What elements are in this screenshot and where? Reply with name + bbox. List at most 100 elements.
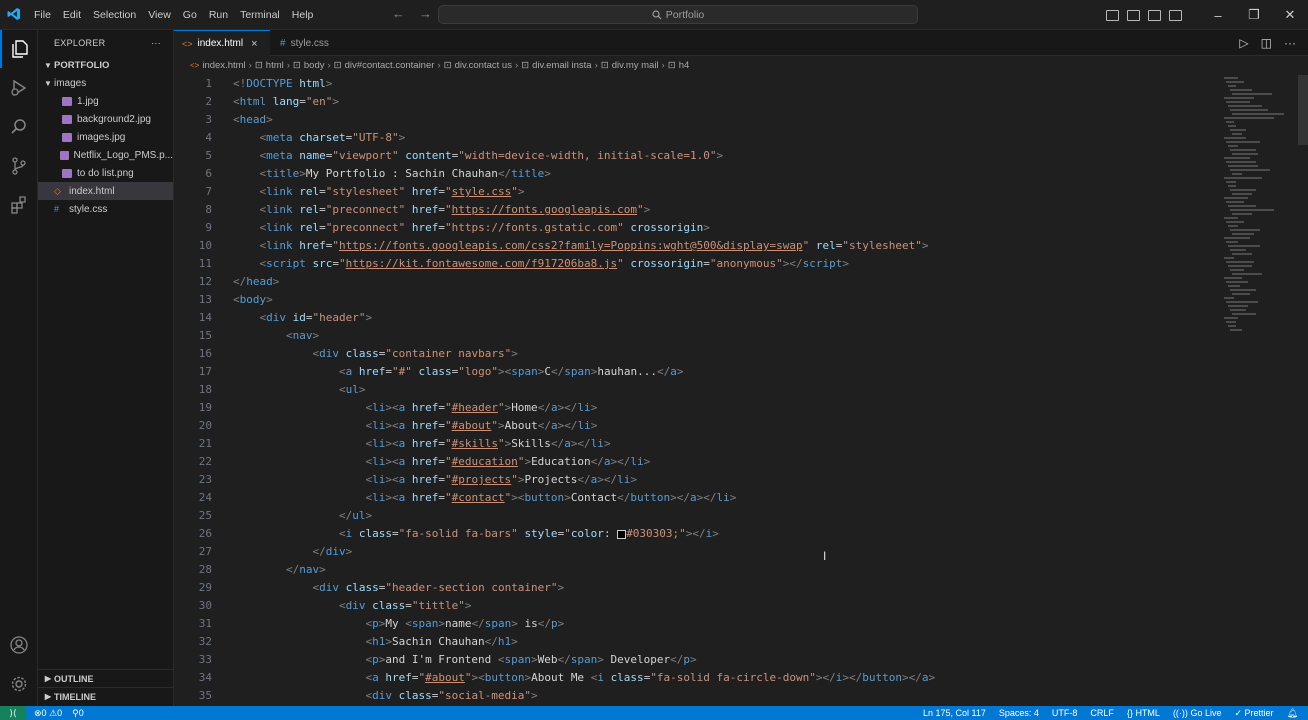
close-icon[interactable]: × xyxy=(251,38,257,50)
breadcrumb-div-contact-us[interactable]: ⊡ div.contact us xyxy=(444,60,512,71)
toggle-secondary-sidebar-icon[interactable] xyxy=(1148,9,1161,21)
vertical-scrollbar[interactable] xyxy=(1298,75,1308,706)
search-activity[interactable] xyxy=(0,108,38,146)
indentation[interactable]: Spaces: 4 xyxy=(999,708,1039,718)
menu-view[interactable]: View xyxy=(142,9,177,21)
run-icon[interactable]: ▷ xyxy=(1239,36,1248,50)
code-line: 30 <div class="tittle"> xyxy=(198,599,472,612)
minimap-line xyxy=(1224,277,1242,279)
go-live-button[interactable]: ((·)) Go Live xyxy=(1173,708,1222,718)
file-tree-label: style.css xyxy=(69,203,108,215)
code-line: 35 <div class="social-media"> xyxy=(198,689,538,702)
file-tree-label: to do list.png xyxy=(77,167,134,179)
toggle-primary-sidebar-icon[interactable] xyxy=(1106,9,1119,21)
menu-edit[interactable]: Edit xyxy=(57,9,87,21)
language-mode[interactable]: {} HTML xyxy=(1127,708,1160,718)
outline-section[interactable]: ▶ OUTLINE xyxy=(38,669,174,687)
minimap-line xyxy=(1226,141,1260,143)
code-line: 17 <a href="#" class="logo"><span>C</spa… xyxy=(198,365,684,378)
explorer-sidebar: EXPLORER ··· ▼ PORTFOLIO ▼ images 1.jpg bac… xyxy=(38,30,174,706)
minimap-line xyxy=(1226,301,1258,303)
breadcrumb-h4[interactable]: ⊡ h4 xyxy=(668,60,690,71)
minimap-line xyxy=(1232,313,1256,315)
end-of-line[interactable]: CRLF xyxy=(1090,708,1114,718)
menu-terminal[interactable]: Terminal xyxy=(234,9,286,21)
minimap-line xyxy=(1230,189,1256,191)
menu-selection[interactable]: Selection xyxy=(87,9,142,21)
command-center-search[interactable]: Portfolio xyxy=(438,5,918,24)
element-icon: ⊡ xyxy=(521,60,530,71)
prettier-status[interactable]: ✓ Prettier xyxy=(1234,708,1273,719)
code-line: 18 <ul> xyxy=(198,383,366,396)
menu-run[interactable]: Run xyxy=(203,9,234,21)
extensions-icon xyxy=(11,196,26,214)
menu-help[interactable]: Help xyxy=(286,9,320,21)
minimap-line xyxy=(1232,173,1242,175)
minimap-line xyxy=(1228,165,1258,167)
encoding[interactable]: UTF-8 xyxy=(1052,708,1078,718)
minimize-icon[interactable]: – xyxy=(1200,8,1236,23)
menu-bar: File Edit Selection View Go Run Terminal… xyxy=(28,0,319,30)
chevron-right-icon: ▶ xyxy=(44,674,52,683)
minimap-line xyxy=(1224,297,1234,299)
timeline-section[interactable]: ▶ TIMELINE xyxy=(38,687,174,705)
notifications-bell-icon[interactable]: 🔔︎ xyxy=(1287,708,1298,719)
explorer-activity[interactable] xyxy=(0,30,38,68)
remote-indicator-icon[interactable]: ⟩⟨ xyxy=(0,706,26,720)
minimap-line xyxy=(1228,245,1260,247)
back-arrow-icon[interactable]: ← xyxy=(392,6,405,21)
minimap-line xyxy=(1224,217,1238,219)
extensions-activity[interactable] xyxy=(0,186,38,224)
file-tree-item[interactable]: 1.jpg xyxy=(38,92,173,110)
minimap[interactable] xyxy=(1220,75,1300,706)
file-tree-item[interactable]: # style.css xyxy=(38,200,173,218)
file-tree-label: 1.jpg xyxy=(77,95,99,107)
breadcrumb-body[interactable]: ⊡ body xyxy=(293,60,325,71)
source-control-activity[interactable] xyxy=(0,147,38,185)
breadcrumb-file[interactable]: <> index.html xyxy=(190,60,246,71)
ports-indicator[interactable]: ⚲0 xyxy=(72,708,84,719)
toggle-panel-icon[interactable] xyxy=(1127,9,1140,21)
tab-style-css[interactable]: # style.css xyxy=(272,30,352,56)
forward-arrow-icon[interactable]: → xyxy=(419,6,432,21)
element-icon: ⊡ xyxy=(667,60,676,71)
minimap-line xyxy=(1230,269,1244,271)
file-tree-item[interactable]: images.jpg xyxy=(38,128,173,146)
split-editor-icon[interactable]: ◫ xyxy=(1261,36,1272,50)
menu-go[interactable]: Go xyxy=(177,9,203,21)
workspace-folder[interactable]: ▼ PORTFOLIO xyxy=(38,56,173,74)
minimap-line xyxy=(1226,121,1234,123)
customize-layout-icon[interactable] xyxy=(1169,9,1182,21)
manage-activity[interactable] xyxy=(0,665,38,703)
code-line: 7 <link rel="stylesheet" href="style.css… xyxy=(205,185,525,198)
run-debug-activity[interactable] xyxy=(0,69,38,107)
problems-indicator[interactable]: ⊗0 ⚠0 xyxy=(34,708,62,719)
menu-file[interactable]: File xyxy=(28,9,57,21)
code-line: 27 </div> xyxy=(198,545,353,558)
breadcrumb-html[interactable]: ⊡ html xyxy=(255,60,284,71)
file-tree-item[interactable]: Netflix_Logo_PMS.p... xyxy=(38,146,173,164)
file-tree-item[interactable]: ◇ index.html xyxy=(38,182,173,200)
accounts-activity[interactable] xyxy=(0,626,38,664)
files-icon xyxy=(12,40,28,58)
restore-icon[interactable]: ❐ xyxy=(1236,7,1272,23)
more-icon[interactable]: ··· xyxy=(1284,36,1296,50)
breadcrumb-div-my-mail[interactable]: ⊡ div.my mail xyxy=(601,60,659,71)
image-file-icon xyxy=(62,96,72,106)
tab-index-html[interactable]: <> index.html × xyxy=(174,30,270,56)
breadcrumb-div-contact[interactable]: ⊡ div#contact.container xyxy=(334,60,435,71)
scrollbar-thumb[interactable] xyxy=(1298,75,1308,145)
minimap-line xyxy=(1232,93,1272,95)
code-line: 31 <p>My <span>name</span> is</p> xyxy=(198,617,565,630)
broadcast-icon: ((·)) xyxy=(1172,708,1188,718)
explorer-title: EXPLORER xyxy=(54,38,106,48)
file-tree-item[interactable]: ▼ images xyxy=(38,74,173,92)
close-window-icon[interactable]: ✕ xyxy=(1272,7,1308,23)
braces-icon: {} xyxy=(1126,708,1133,718)
file-tree-item[interactable]: to do list.png xyxy=(38,164,173,182)
file-tree-item[interactable]: background2.jpg xyxy=(38,110,173,128)
breadcrumb-div-email-insta[interactable]: ⊡ div.email insta xyxy=(521,60,591,71)
more-actions-icon[interactable]: ··· xyxy=(151,38,161,48)
cursor-position[interactable]: Ln 175, Col 117 xyxy=(923,708,986,718)
code-editor[interactable]: 1 <!DOCTYPE html> 2 <html lang="en"> 3 <hea… xyxy=(174,75,1220,706)
